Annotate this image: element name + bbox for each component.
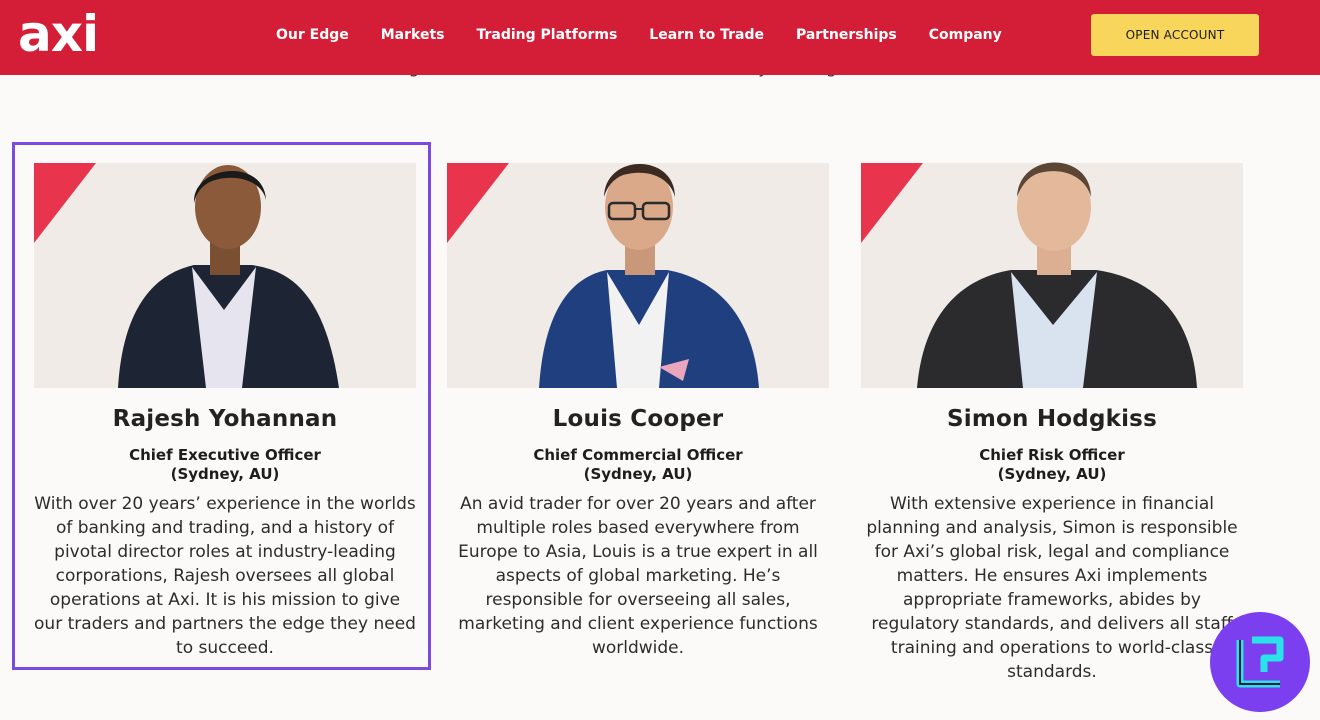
team-card-louis: Louis Cooper Chief Commercial Officer (S… (447, 145, 829, 660)
member-role: Chief Commercial Officer (Sydney, AU) (447, 446, 829, 484)
nav-trading-platforms[interactable]: Trading Platforms (477, 27, 618, 43)
portrait-photo (861, 145, 1243, 388)
nav-partnerships[interactable]: Partnerships (796, 27, 897, 43)
member-bio: An avid trader for over 20 years and aft… (458, 494, 818, 658)
member-bio: With over 20 years’ experience in the wo… (34, 494, 416, 658)
axi-logo[interactable]: axi (18, 4, 99, 64)
member-bio: With extensive experience in financial p… (866, 494, 1238, 682)
nav-company[interactable]: Company (929, 27, 1002, 43)
main-nav: Our Edge Markets Trading Platforms Learn… (276, 0, 1034, 70)
member-role-title: Chief Risk Officer (979, 446, 1125, 464)
portrait-photo (447, 145, 829, 388)
team-card-rajesh: Rajesh Yohannan Chief Executive Officer … (34, 145, 416, 660)
member-name: Simon Hodgkiss (947, 406, 1157, 432)
top-navbar: axi Our Edge Markets Trading Platforms L… (0, 0, 1320, 75)
team-card-simon: Simon Hodgkiss Chief Risk Officer (Sydne… (861, 145, 1243, 684)
open-account-button[interactable]: OPEN ACCOUNT (1091, 14, 1259, 56)
nav-our-edge[interactable]: Our Edge (276, 27, 349, 43)
member-location: (Sydney, AU) (170, 465, 280, 483)
nav-markets[interactable]: Markets (381, 27, 445, 43)
tradingfinder-logo-icon (1210, 612, 1310, 712)
member-role-title: Chief Executive Officer (129, 446, 321, 464)
member-location: (Sydney, AU) (997, 465, 1107, 483)
member-role: Chief Executive Officer (Sydney, AU) (34, 446, 416, 484)
member-location: (Sydney, AU) (583, 465, 693, 483)
member-name: Rajesh Yohannan (112, 406, 338, 432)
member-role: Chief Risk Officer (Sydney, AU) (861, 446, 1243, 484)
nav-learn-to-trade[interactable]: Learn to Trade (649, 27, 764, 43)
member-role-title: Chief Commercial Officer (533, 446, 743, 464)
member-name: Louis Cooper (552, 406, 724, 432)
portrait-photo (34, 145, 416, 388)
